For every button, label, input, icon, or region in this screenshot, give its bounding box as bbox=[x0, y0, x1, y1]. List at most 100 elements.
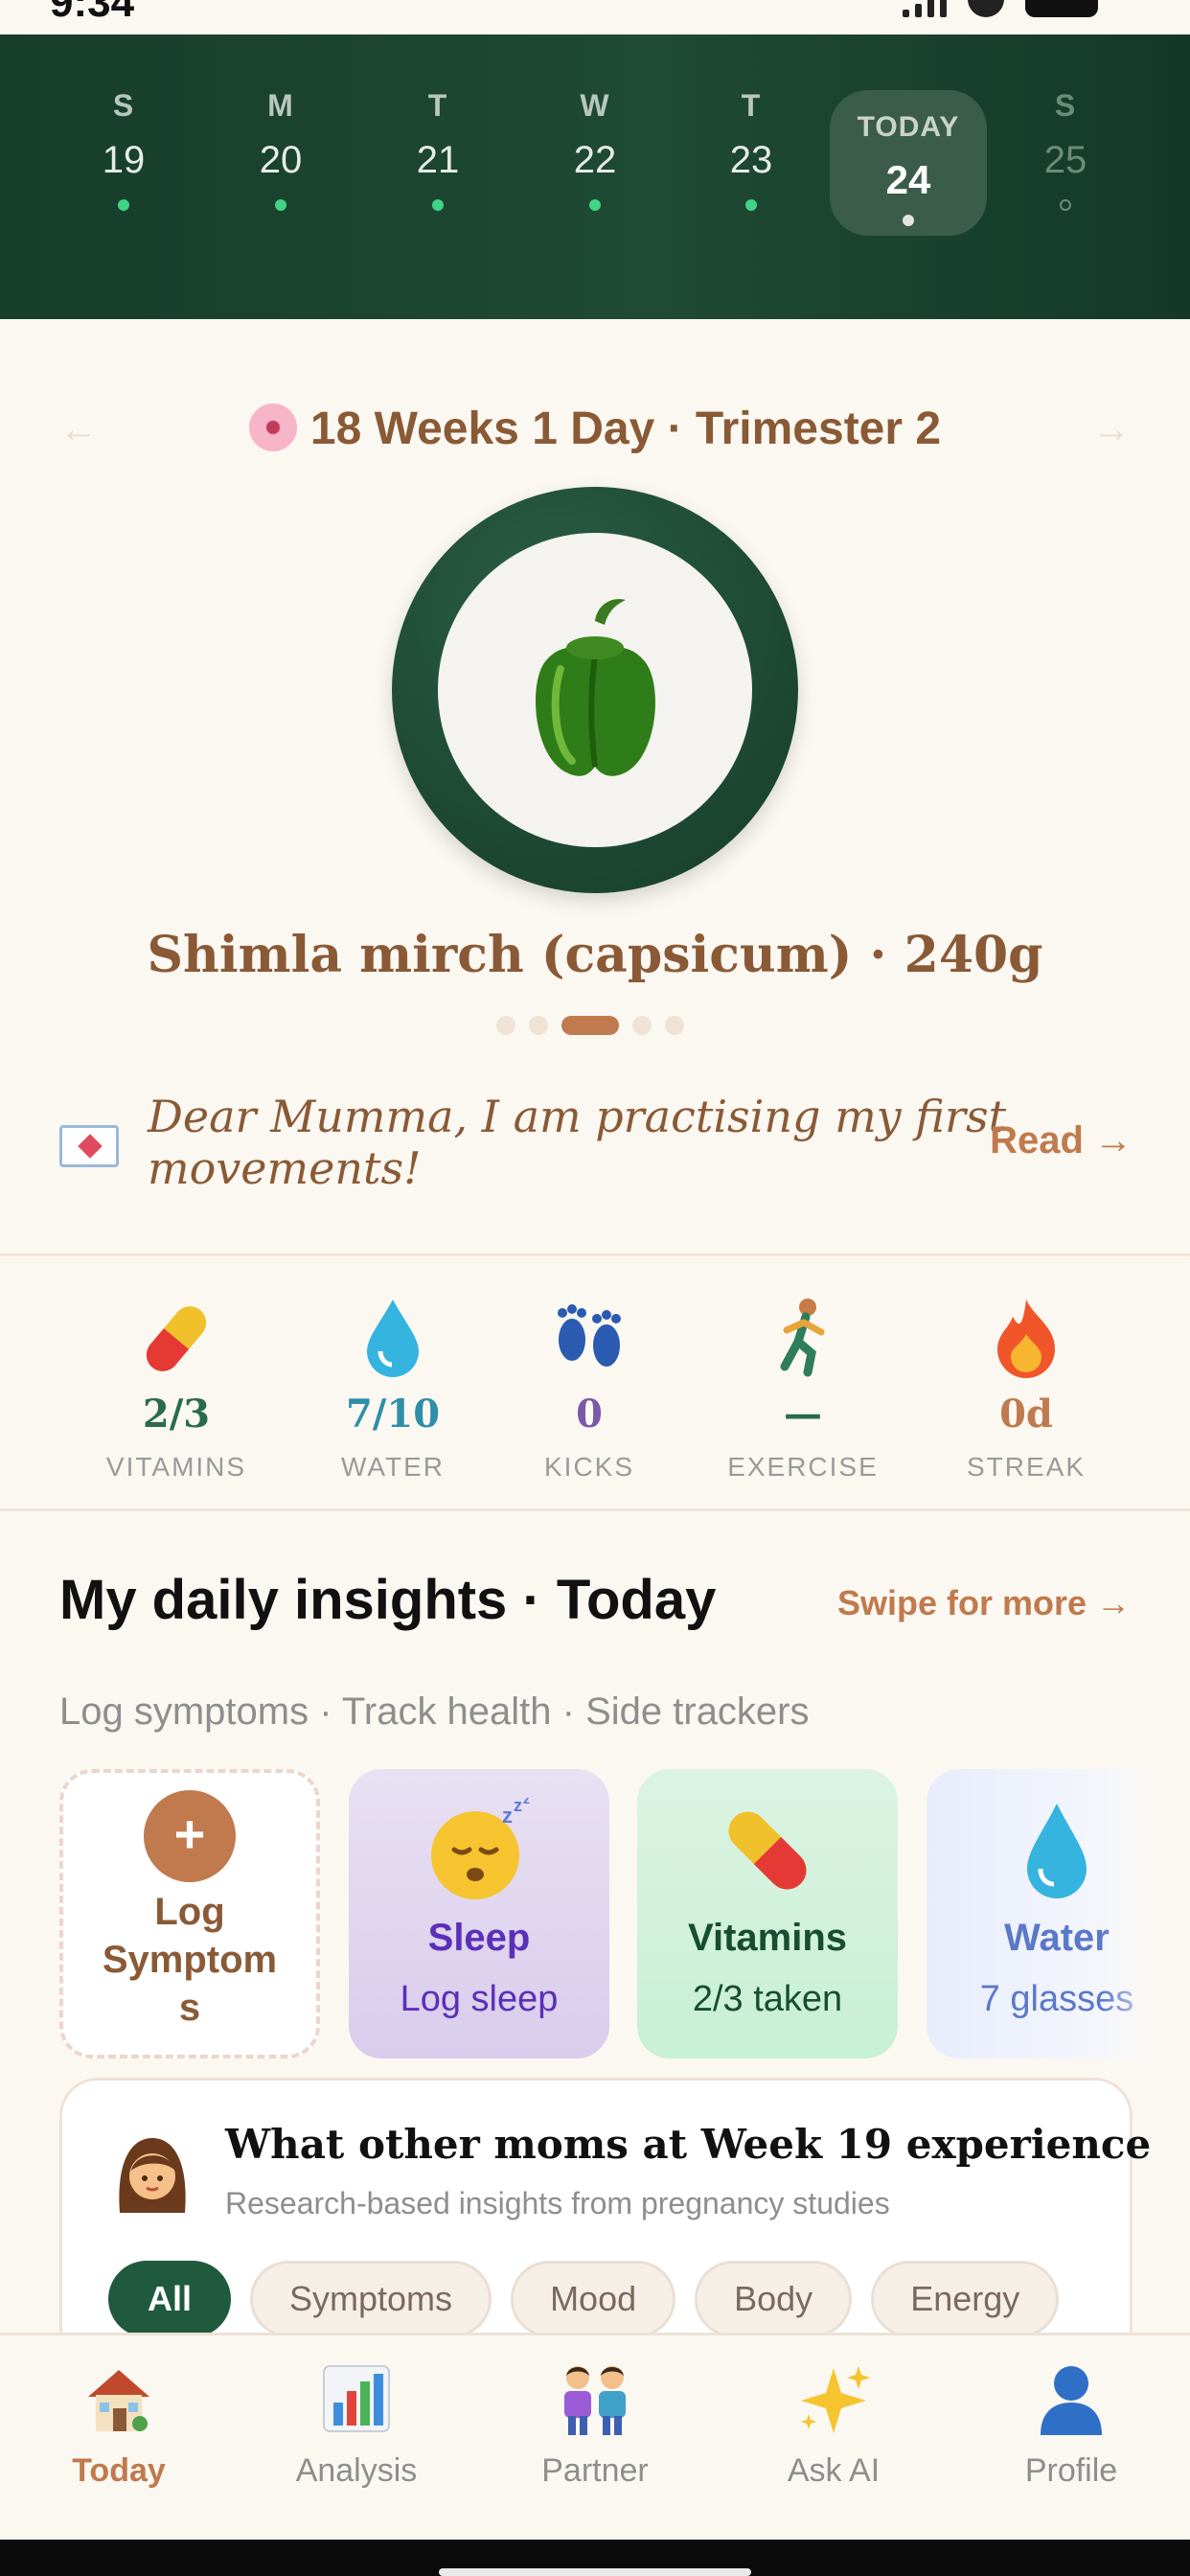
day-mon-20[interactable]: M 20 bbox=[204, 88, 357, 211]
tracker-value: 0 bbox=[576, 1392, 603, 1437]
day-number: 20 bbox=[259, 139, 303, 181]
tracker-kicks[interactable]: 0 KICKS bbox=[493, 1296, 685, 1483]
pager-dot-active[interactable] bbox=[561, 1016, 619, 1035]
day-thu-23[interactable]: T 23 bbox=[675, 88, 828, 211]
baby-size-ring[interactable] bbox=[392, 487, 798, 893]
profile-icon bbox=[975, 2360, 1167, 2447]
scroll-fade bbox=[1102, 1769, 1190, 2058]
status-icons bbox=[903, 0, 1098, 17]
day-today-24[interactable]: TODAY 24 bbox=[830, 90, 987, 236]
pager-dot[interactable] bbox=[529, 1016, 548, 1035]
woman-avatar-icon bbox=[119, 2138, 186, 2213]
pregnancy-week-title: 18 Weeks 1 Day · Trimester 2 bbox=[0, 402, 1190, 455]
tracker-label: KICKS bbox=[543, 1452, 635, 1482]
sparkles-icon bbox=[738, 2360, 929, 2447]
card-subtitle: 2/3 taken bbox=[692, 1979, 843, 2019]
tracker-vitamins[interactable]: 2/3 VITAMINS bbox=[80, 1296, 272, 1483]
footprints-icon bbox=[493, 1296, 685, 1376]
chip-symptoms[interactable]: Symptoms bbox=[250, 2261, 492, 2337]
svg-text:z: z bbox=[514, 1798, 522, 1815]
day-label: T bbox=[741, 88, 762, 123]
tab-ask-ai[interactable]: Ask AI bbox=[738, 2360, 929, 2490]
runner-icon bbox=[707, 1296, 899, 1377]
day-label: W bbox=[580, 88, 610, 123]
vitamins-card[interactable]: Vitamins 2/3 taken bbox=[637, 1769, 898, 2058]
card-title: Vitamins bbox=[688, 1917, 847, 1959]
empty-dot bbox=[1060, 199, 1071, 211]
sleeping-face-icon: zzz bbox=[349, 1791, 609, 1903]
moms-card-subtitle: Research-based insights from pregnancy s… bbox=[225, 2186, 890, 2220]
today-dot bbox=[903, 215, 914, 226]
pill-icon bbox=[637, 1798, 898, 1903]
moms-card-title: What other moms at Week 19 experience bbox=[225, 2121, 1152, 2168]
day-label: S bbox=[1054, 88, 1077, 123]
chip-all[interactable]: All bbox=[108, 2261, 232, 2337]
tab-label: Partner bbox=[541, 2452, 649, 2489]
svg-text:z: z bbox=[502, 1804, 513, 1828]
chip-mood[interactable]: Mood bbox=[511, 2261, 676, 2337]
day-sat-25[interactable]: S 25 bbox=[989, 88, 1142, 211]
baby-size-circle bbox=[438, 533, 752, 847]
swipe-for-more-link[interactable]: Swipe for more → bbox=[837, 1583, 1131, 1623]
card-subtitle: Log sleep bbox=[400, 1979, 559, 2019]
capsicum-icon bbox=[536, 599, 655, 776]
day-sun-19[interactable]: S 19 bbox=[47, 88, 200, 211]
day-number: 19 bbox=[102, 139, 146, 181]
day-label: S bbox=[112, 88, 135, 123]
flower-icon bbox=[248, 403, 297, 451]
filter-chips: All Symptoms Mood Body Energy bbox=[108, 2261, 1060, 2337]
day-wed-22[interactable]: W 22 bbox=[518, 88, 672, 211]
tracker-label: VITAMINS bbox=[105, 1452, 247, 1482]
tracker-label: STREAK bbox=[966, 1452, 1087, 1482]
pager-dot[interactable] bbox=[665, 1016, 684, 1035]
logged-dot bbox=[432, 199, 444, 211]
status-bar: 9:34 bbox=[0, 0, 1190, 34]
tab-analysis[interactable]: Analysis bbox=[261, 2360, 452, 2490]
chart-icon bbox=[261, 2360, 452, 2447]
insights-subtitle: Log symptoms · Track health · Side track… bbox=[59, 1690, 810, 1733]
home-indicator[interactable] bbox=[439, 2568, 751, 2576]
tab-partner[interactable]: Partner bbox=[499, 2360, 691, 2490]
next-week-arrow[interactable]: → bbox=[1092, 408, 1131, 451]
divider bbox=[0, 1508, 1190, 1511]
tracker-water[interactable]: 7/10 WATER bbox=[297, 1296, 489, 1483]
battery-icon bbox=[1025, 0, 1098, 17]
week-navigation: ← 18 Weeks 1 Day · Trimester 2 → bbox=[0, 402, 1190, 460]
tab-label: Ask AI bbox=[787, 2452, 881, 2489]
baby-letter-row[interactable]: Dear Mumma, I am practising my first mov… bbox=[59, 1091, 1133, 1196]
tab-profile[interactable]: Profile bbox=[975, 2360, 1167, 2490]
tracker-exercise[interactable]: — EXERCISE bbox=[707, 1296, 899, 1483]
tab-today[interactable]: Today bbox=[23, 2360, 215, 2490]
couple-icon bbox=[499, 2360, 691, 2447]
week-strip: S 19 M 20 T 21 W 22 T 23 TODAY 24 S 25 bbox=[0, 34, 1190, 319]
divider bbox=[0, 1254, 1190, 1256]
tracker-value: 0d bbox=[999, 1392, 1053, 1437]
pager-dot[interactable] bbox=[632, 1016, 652, 1035]
day-number: 25 bbox=[1043, 139, 1087, 181]
day-number: 24 bbox=[885, 157, 931, 202]
tab-label: Analysis bbox=[295, 2452, 418, 2489]
pager-dots bbox=[496, 1016, 684, 1035]
read-letter-link[interactable]: Read → bbox=[990, 1119, 1133, 1162]
moms-experience-card[interactable]: What other moms at Week 19 experience Re… bbox=[59, 2078, 1151, 2365]
tracker-label: WATER bbox=[341, 1452, 445, 1482]
tracker-label: EXERCISE bbox=[727, 1452, 879, 1482]
status-time: 9:34 bbox=[50, 0, 135, 26]
tracker-streak[interactable]: 0d STREAK bbox=[930, 1296, 1122, 1483]
insights-title: My daily insights · Today bbox=[59, 1569, 717, 1631]
fire-icon bbox=[930, 1296, 1122, 1378]
pager-dot[interactable] bbox=[496, 1016, 515, 1035]
tracker-value: 7/10 bbox=[345, 1392, 441, 1437]
chip-body[interactable]: Body bbox=[695, 2261, 853, 2337]
water-drop-icon bbox=[297, 1296, 489, 1377]
chip-energy[interactable]: Energy bbox=[871, 2261, 1060, 2337]
day-number: 22 bbox=[573, 139, 617, 181]
signal-icon bbox=[903, 0, 947, 17]
day-tue-21[interactable]: T 21 bbox=[361, 88, 515, 211]
tab-label: Profile bbox=[1024, 2452, 1118, 2489]
log-symptoms-card[interactable]: + Log Symptom s bbox=[59, 1769, 320, 2058]
logged-dot bbox=[118, 199, 129, 211]
pill-icon bbox=[80, 1296, 272, 1376]
baby-size-label: Shimla mirch (capsicum) · 240g bbox=[147, 926, 1043, 984]
sleep-card[interactable]: zzz Sleep Log sleep bbox=[349, 1769, 609, 2058]
